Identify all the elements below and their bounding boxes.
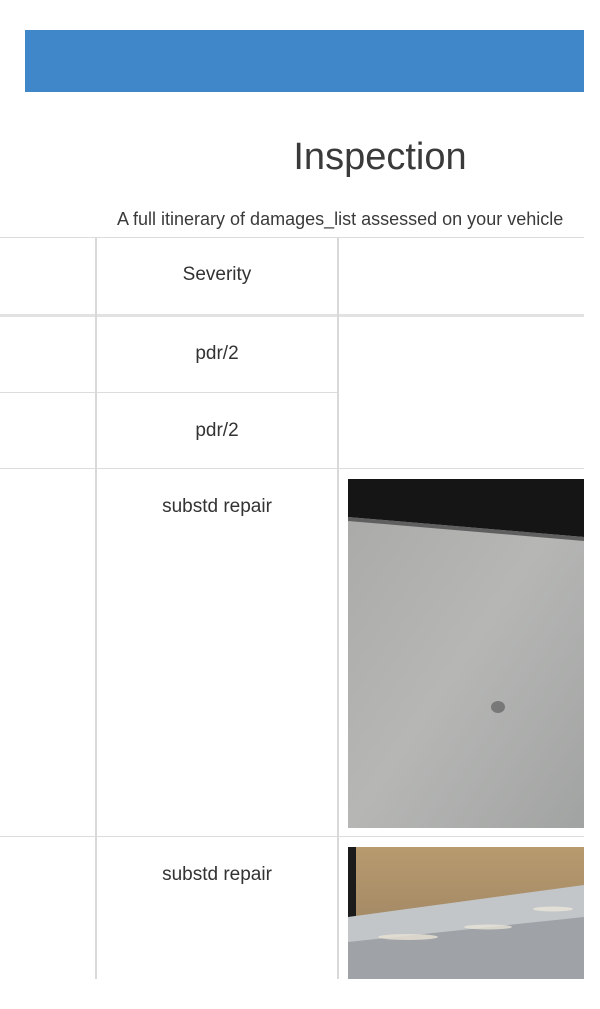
page: Inspection A full itinerary of damages_l… <box>0 0 600 1009</box>
table-row-severity: substd repair <box>162 496 272 517</box>
table-top-border <box>0 237 584 238</box>
table-row-severity: pdr/2 <box>195 420 239 441</box>
table-row-severity: substd repair <box>162 864 272 885</box>
damage-photo[interactable] <box>348 847 584 979</box>
damage-photo[interactable] <box>348 479 584 828</box>
top-banner <box>25 30 584 92</box>
page-subtitle: A full itinerary of damages_list assesse… <box>117 209 564 229</box>
table-header-bottom-border <box>0 314 584 317</box>
row-divider <box>0 468 584 469</box>
column-divider <box>337 237 339 979</box>
row-divider <box>0 392 338 393</box>
page-title: Inspection <box>293 136 467 178</box>
table-row-severity: pdr/2 <box>195 343 239 364</box>
row-divider <box>0 836 584 837</box>
severity-column-header: Severity <box>182 264 252 285</box>
